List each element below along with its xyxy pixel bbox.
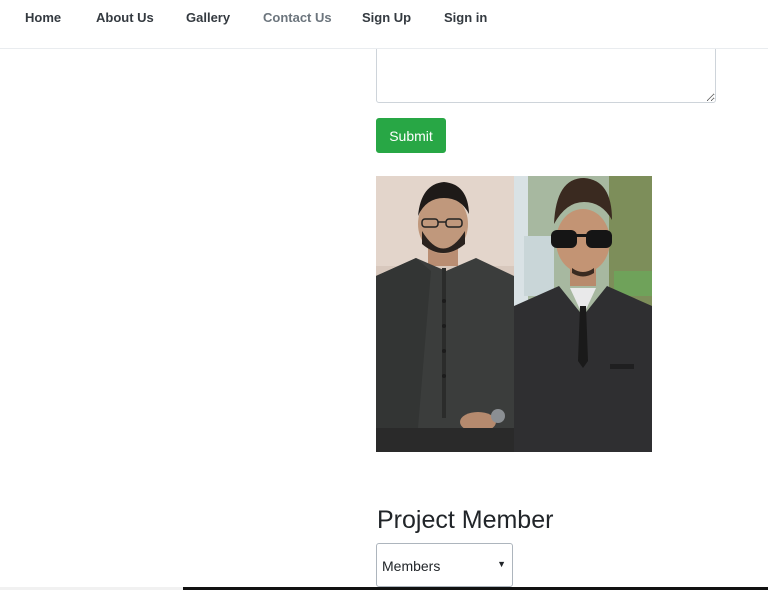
- member-photo-2: [514, 176, 652, 452]
- nav-link-contact-us[interactable]: Contact Us: [263, 10, 332, 25]
- nav-link-home[interactable]: Home: [25, 10, 61, 25]
- nav-link-gallery[interactable]: Gallery: [186, 10, 230, 25]
- page: Home About Us Gallery Contact Us Sign Up…: [0, 0, 768, 590]
- nav-link-about-us[interactable]: About Us: [96, 10, 154, 25]
- nav-link-sign-up[interactable]: Sign Up: [362, 10, 411, 25]
- submit-button[interactable]: Submit: [376, 118, 446, 153]
- navbar: Home About Us Gallery Contact Us Sign Up…: [0, 0, 768, 49]
- members-select[interactable]: Members ▼: [376, 543, 513, 587]
- nav-link-sign-in[interactable]: Sign in: [444, 10, 487, 25]
- caret-down-icon: ▼: [497, 559, 506, 569]
- members-select-value: Members: [382, 558, 441, 574]
- member-photo-1: [376, 176, 514, 452]
- project-member-heading: Project Member: [377, 506, 554, 534]
